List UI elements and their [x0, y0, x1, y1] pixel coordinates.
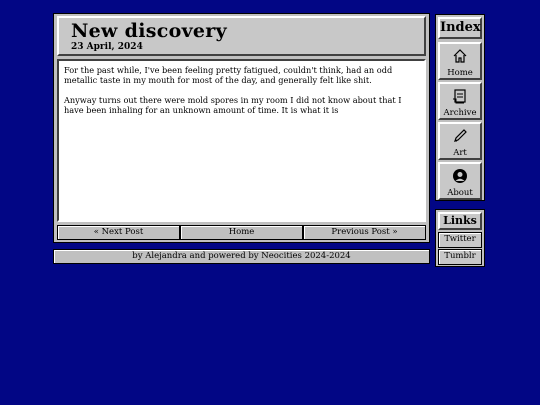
footer: by Alejandra and powered by Neocities 20…: [53, 249, 430, 264]
post-paragraph: For the past while, I've been feeling pr…: [64, 65, 393, 85]
sidebar-item-about[interactable]: About: [438, 162, 482, 200]
sidebar-item-label: Archive: [443, 108, 477, 118]
pencil-icon: [454, 129, 467, 142]
post-navigation: « Next Post Home Previous Post »: [57, 225, 426, 240]
tumblr-link[interactable]: Tumblr: [438, 249, 482, 265]
post-body: For the past while, I've been feeling pr…: [57, 59, 426, 222]
sidebar-item-label: Home: [447, 68, 473, 78]
post-window: New discovery 23 April, 2024 For the pas…: [53, 13, 430, 243]
post-paragraph: Anyway turns out there were mold spores …: [64, 95, 402, 115]
index-heading: Index: [438, 17, 482, 39]
house-icon: [453, 49, 467, 63]
person-icon: [453, 169, 467, 183]
next-post-button[interactable]: « Next Post: [57, 225, 180, 240]
twitter-link[interactable]: Twitter: [438, 232, 482, 248]
post-title: New discovery: [71, 20, 227, 42]
post-header: New discovery 23 April, 2024: [57, 16, 426, 56]
sidebar-item-label: About: [447, 188, 473, 198]
links-panel: Links Twitter Tumblr: [435, 209, 485, 267]
sidebar-item-label: Art: [453, 148, 467, 158]
home-button[interactable]: Home: [180, 225, 303, 240]
archive-icon: [453, 89, 466, 104]
sidebar-item-archive[interactable]: Archive: [438, 82, 482, 120]
previous-post-button[interactable]: Previous Post »: [303, 225, 426, 240]
sidebar-item-home[interactable]: Home: [438, 42, 482, 80]
index-sidebar: Index Home Archive Art About: [435, 14, 485, 201]
links-heading: Links: [438, 212, 482, 230]
sidebar-item-art[interactable]: Art: [438, 122, 482, 160]
post-date: 23 April, 2024: [71, 42, 143, 52]
